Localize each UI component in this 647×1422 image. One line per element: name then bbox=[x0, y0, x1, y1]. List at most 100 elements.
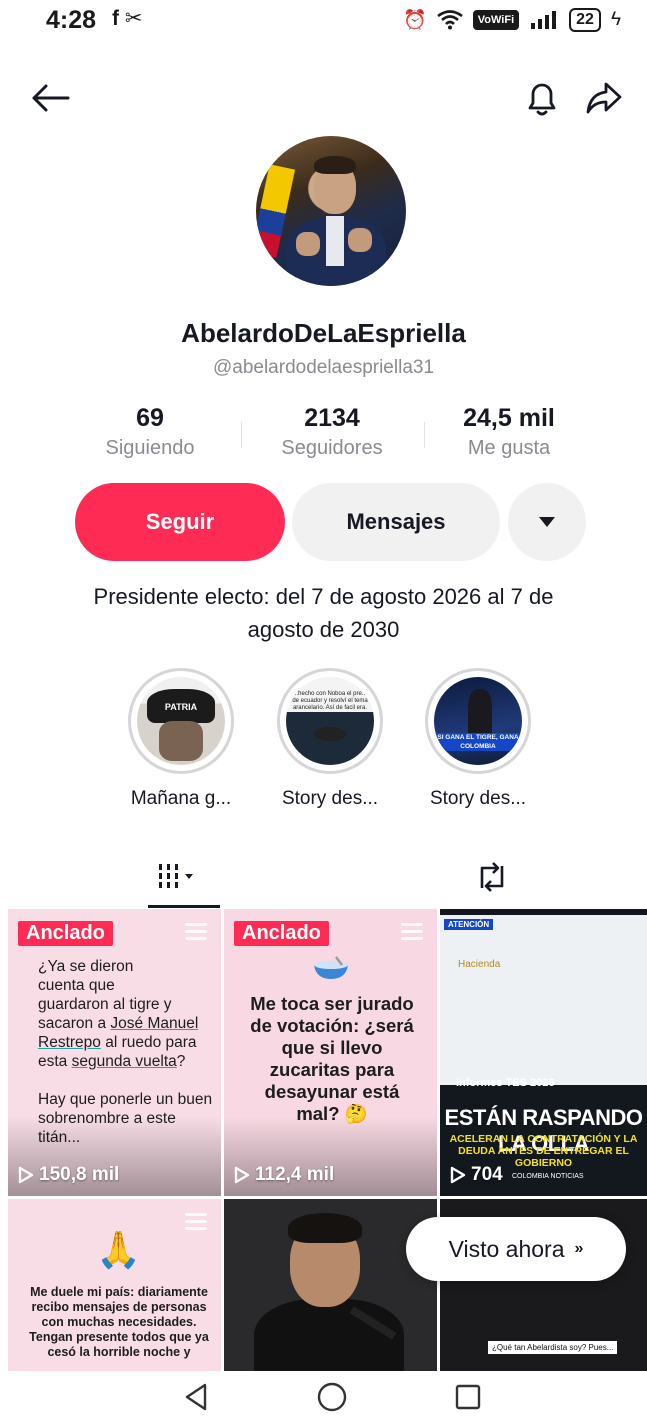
stat-divider bbox=[241, 422, 242, 448]
video-caption-underlined: segunda vuelta bbox=[71, 1053, 177, 1070]
video-caption: ¿Qué tan Abelardista soy? Pues... bbox=[488, 1341, 618, 1354]
back-button[interactable] bbox=[28, 78, 72, 118]
tab-videos[interactable] bbox=[140, 852, 220, 902]
view-count: 704 bbox=[450, 1164, 503, 1186]
menu-lines-icon bbox=[185, 923, 207, 944]
notifications-button[interactable] bbox=[520, 76, 564, 120]
attention-label: ATENCIÓN bbox=[444, 919, 494, 930]
status-time: 4:28 bbox=[46, 6, 97, 34]
more-options-button[interactable] bbox=[508, 483, 586, 561]
highlight-item[interactable]: ...hecho con Noboa el pre... de ecuador … bbox=[274, 668, 386, 810]
video-caption-line: ? bbox=[176, 1053, 186, 1070]
status-bar: 4:28 f ✂ ⏰ VoWiFi 22 ϟ bbox=[0, 0, 647, 40]
profile-avatar[interactable] bbox=[256, 136, 406, 286]
video-thumbnail[interactable] bbox=[224, 1199, 437, 1371]
play-icon bbox=[450, 1166, 466, 1184]
video-figure-hair bbox=[288, 1213, 362, 1243]
pinned-badge: Anclado bbox=[234, 921, 329, 946]
hacienda-logo-text: Hacienda bbox=[458, 959, 501, 970]
video-thumbnail[interactable]: ATENCIÓN Hacienda Informes TES 2026 ESTÁ… bbox=[440, 909, 647, 1196]
charging-icon: ϟ bbox=[610, 9, 621, 30]
video-caption-line: ¿Ya se dieron bbox=[38, 958, 134, 975]
following-count: 69 bbox=[136, 404, 164, 432]
active-tab-indicator bbox=[148, 905, 220, 908]
video-thumbnail[interactable]: 🙏 Me duele mi país: diariamente recibo m… bbox=[8, 1199, 221, 1371]
avatar-fist-left bbox=[296, 232, 320, 256]
play-icon bbox=[18, 1166, 34, 1184]
avatar-hair bbox=[314, 156, 356, 174]
video-figure-suit bbox=[254, 1299, 404, 1371]
video-caption-line: guardaron al tigre y bbox=[38, 996, 172, 1013]
system-home-button[interactable] bbox=[312, 1380, 352, 1414]
highlight-label: Mañana g... bbox=[130, 788, 232, 809]
screenshot-area bbox=[440, 915, 647, 1085]
highlight-label: Story des... bbox=[281, 788, 379, 809]
highlight-thumbnail: SI GANA EL TIGRE, GANA COLOMBIA bbox=[434, 677, 522, 765]
bowl-icon bbox=[314, 956, 348, 979]
profile-username: @abelardodelaespriella31 bbox=[212, 357, 435, 378]
vowifi-icon: VoWiFi bbox=[472, 10, 520, 30]
wifi-icon bbox=[437, 10, 463, 30]
informes-text: Informes TES 2026 bbox=[456, 1077, 555, 1089]
likes-label: Me gusta bbox=[467, 437, 551, 459]
video-thumbnail[interactable]: ¿Ya se dieron cuenta que guardaron al ti… bbox=[8, 909, 221, 1196]
followers-label: Seguidores bbox=[281, 437, 383, 459]
view-count: 112,4 mil bbox=[234, 1164, 334, 1186]
highlight-cap-text: PATRIA bbox=[147, 689, 215, 723]
bell-icon bbox=[528, 83, 556, 116]
menu-lines-icon bbox=[185, 1213, 207, 1234]
profile-bio: Presidente electo: del 7 de agosto 2026 … bbox=[93, 584, 554, 642]
battery-icon: 22 bbox=[569, 8, 601, 32]
view-count-text: 150,8 mil bbox=[39, 1164, 120, 1185]
highlight-ring: SI GANA EL TIGRE, GANA COLOMBIA bbox=[425, 668, 531, 774]
follow-button[interactable]: Seguir bbox=[75, 483, 285, 561]
circle-home-icon bbox=[317, 1382, 347, 1412]
view-count: 150,8 mil bbox=[18, 1164, 119, 1186]
followers-count: 2134 bbox=[304, 404, 360, 432]
avatar-shirt bbox=[326, 216, 344, 266]
view-count-text: 704 bbox=[471, 1164, 503, 1185]
likes-count: 24,5 mil bbox=[463, 404, 555, 432]
share-button[interactable] bbox=[582, 76, 626, 120]
tab-reposts[interactable] bbox=[452, 852, 532, 902]
stat-likes[interactable]: 24,5 mil Me gusta bbox=[446, 404, 572, 460]
message-button[interactable]: Mensajes bbox=[292, 483, 500, 561]
stat-followers[interactable]: 2134 Seguidores bbox=[262, 404, 402, 460]
stat-following[interactable]: 69 Siguiendo bbox=[90, 404, 210, 460]
video-source: COLOMBIA NOTICIAS bbox=[512, 1173, 584, 1180]
avatar-fist-right bbox=[348, 228, 372, 252]
video-caption: Me duele mi país: diariamente recibo men… bbox=[29, 1285, 209, 1359]
square-recents-icon bbox=[455, 1384, 481, 1410]
highlight-thumbnail: PATRIA bbox=[137, 677, 225, 765]
video-caption-line: sacaron a bbox=[38, 1015, 111, 1032]
pinned-badge: Anclado bbox=[18, 921, 113, 946]
back-arrow-icon bbox=[32, 84, 70, 112]
signal-icon bbox=[531, 11, 557, 29]
highlight-label: Story des... bbox=[429, 788, 527, 809]
praying-hands-icon: 🙏 bbox=[96, 1229, 141, 1270]
sombrero-shape bbox=[314, 727, 346, 741]
highlight-item[interactable]: SI GANA EL TIGRE, GANA COLOMBIA Story de… bbox=[422, 668, 534, 810]
video-thumbnail[interactable]: Me toca ser jurado de votación: ¿será qu… bbox=[224, 909, 437, 1196]
video-caption-line: cuenta que bbox=[38, 977, 115, 994]
highlight-item[interactable]: PATRIA Mañana g... bbox=[125, 668, 237, 810]
highlight-figure bbox=[468, 689, 492, 733]
play-icon bbox=[234, 1166, 250, 1184]
triangle-back-icon bbox=[185, 1383, 207, 1411]
view-count-text: 112,4 mil bbox=[255, 1164, 335, 1185]
system-recents-button[interactable] bbox=[448, 1380, 488, 1414]
stat-divider bbox=[424, 422, 425, 448]
notification-icons: f ✂ bbox=[112, 7, 143, 30]
highlight-banner-text: SI GANA EL TIGRE, GANA COLOMBIA bbox=[434, 733, 522, 751]
system-back-button[interactable] bbox=[176, 1380, 216, 1414]
status-right-icons: ⏰ VoWiFi 22 ϟ bbox=[403, 8, 621, 32]
highlight-ring: PATRIA bbox=[128, 668, 234, 774]
highlight-ring: ...hecho con Noboa el pre... de ecuador … bbox=[277, 668, 383, 774]
highlight-face bbox=[159, 721, 203, 761]
recently-viewed-label: Visto ahora bbox=[448, 1235, 565, 1262]
repost-icon bbox=[480, 862, 504, 892]
recently-viewed-button[interactable]: Visto ahora » bbox=[406, 1217, 626, 1281]
caret-down-icon bbox=[539, 517, 555, 527]
menu-lines-icon bbox=[401, 923, 423, 944]
highlight-thumb-text: ...hecho con Noboa el pre... de ecuador … bbox=[292, 691, 368, 711]
